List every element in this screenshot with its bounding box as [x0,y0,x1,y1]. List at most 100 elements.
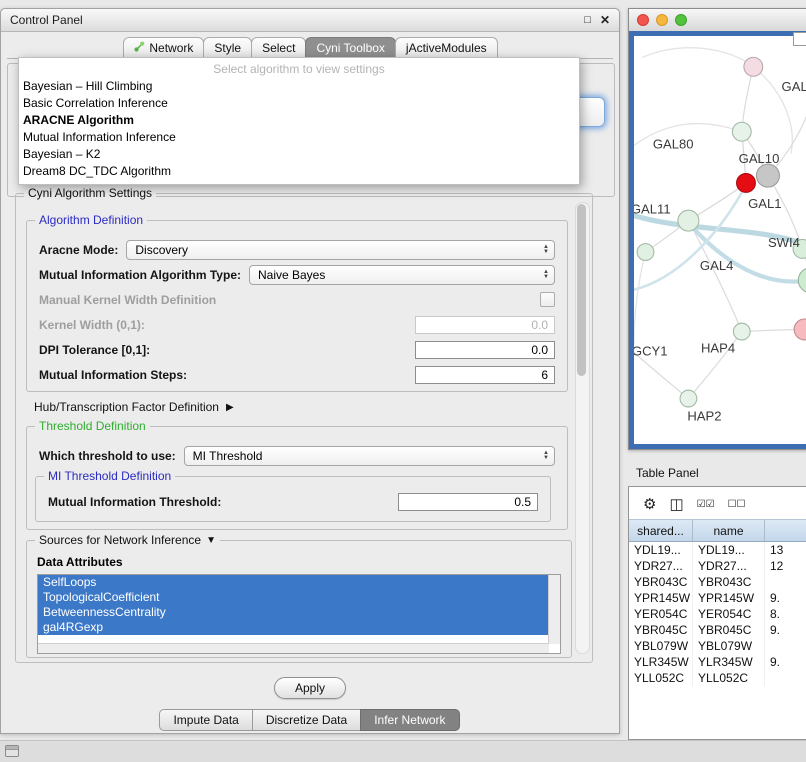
network-edge[interactable] [634,252,646,344]
table-cell[interactable] [765,638,806,654]
table-cell[interactable]: YPR145W [629,590,693,606]
attribute-item[interactable]: TopologicalCoefficient [38,590,548,605]
settings-scrollbar[interactable] [575,202,590,654]
mi-steps-field[interactable]: 6 [415,366,555,384]
column-header[interactable]: shared... [629,520,693,541]
table-row[interactable]: YER054CYER054C8. [629,606,806,622]
expand-arrow-icon[interactable]: ▶ [226,402,234,413]
table-cell[interactable]: YER054C [629,606,693,622]
settings-gear-icon[interactable]: ⚙ [643,497,656,512]
network-node[interactable] [744,57,763,76]
network-edge[interactable] [688,221,741,332]
table-cell[interactable]: YLR345W [693,654,765,670]
collapse-arrow-icon[interactable]: ▼ [206,533,216,548]
network-node[interactable] [737,174,756,193]
table-cell[interactable] [765,574,806,590]
table-cell[interactable] [765,670,806,686]
table-cell[interactable]: YBL079W [629,638,693,654]
network-node[interactable] [794,319,806,340]
tab-style[interactable]: Style [203,37,252,59]
hub-transcription-factor-section[interactable]: Hub/Transcription Factor Definition ▶ [34,400,234,414]
mi-threshold-field[interactable]: 0.5 [398,493,538,511]
network-node[interactable] [733,323,750,340]
tab-cyni-toolbox[interactable]: Cyni Toolbox [305,37,395,59]
table-row[interactable]: YLR345WYLR345W9. [629,654,806,670]
close-icon[interactable]: ✕ [600,14,610,26]
table-cell[interactable]: YDL19... [693,542,765,558]
bottom-tab-discretize-data[interactable]: Discretize Data [252,709,361,731]
network-scrollbar-fragment[interactable] [793,32,806,46]
table-row[interactable]: YBR045CYBR045C9. [629,622,806,638]
algorithm-option[interactable]: ARACNE Algorithm [19,112,579,129]
algorithm-option[interactable]: Bayesian – K2 [19,146,579,163]
network-node[interactable] [798,268,806,293]
settings-scrollbar-thumb[interactable] [577,204,586,376]
table-row[interactable]: YDL19...YDL19...13 [629,542,806,558]
table-row[interactable]: YLL052CYLL052C [629,670,806,686]
network-edge[interactable] [634,353,688,399]
algorithm-option[interactable]: Dream8 DC_TDC Algorithm [19,163,579,180]
table-cell[interactable]: YBR045C [629,622,693,638]
mi-algorithm-type-select[interactable]: Naive Bayes ▲▼ [249,265,555,285]
table-cell[interactable]: YBR045C [693,622,765,638]
table-cell[interactable]: 9. [765,654,806,670]
table-cell[interactable]: YDL19... [629,542,693,558]
table-cell[interactable]: YPR145W [693,590,765,606]
dpi-tolerance-field[interactable]: 0.0 [415,341,555,359]
attribute-item[interactable]: gal4RGexp [38,620,548,635]
deselect-all-columns-icon[interactable]: ☐☐ [728,500,746,510]
table-cell[interactable]: YBR043C [693,574,765,590]
network-node[interactable] [680,390,697,407]
table-cell[interactable]: 9. [765,622,806,638]
sources-section-header[interactable]: Sources for Network Inference ▼ [35,533,220,548]
network-canvas[interactable]: GAL8GAL80GAL10GAL11GAL1SWI4GAL4GCY1HAP4H… [634,36,806,444]
network-node[interactable] [678,210,699,231]
table-row[interactable]: YBL079WYBL079W [629,638,806,654]
table-cell[interactable]: 12 [765,558,806,574]
select-all-columns-icon[interactable]: ☑☑ [697,500,715,510]
data-attributes-list[interactable]: SelfLoopsTopologicalCoefficientBetweenne… [37,574,561,654]
table-cell[interactable]: YBR043C [629,574,693,590]
attribute-item[interactable]: SelfLoops [38,575,548,590]
network-edge[interactable] [642,48,753,67]
float-window-icon[interactable]: □ [584,15,591,26]
network-node[interactable] [637,244,654,261]
zoom-button[interactable] [675,14,687,26]
list-vertical-scrollbar[interactable] [548,575,560,644]
table-cell[interactable]: YBL079W [693,638,765,654]
algorithm-option[interactable]: Basic Correlation Inference [19,95,579,112]
manual-kernel-checkbox[interactable] [540,292,555,307]
algorithm-option[interactable]: Bayesian – Hill Climbing [19,78,579,95]
tab-select[interactable]: Select [251,37,306,59]
column-header[interactable] [765,520,806,541]
column-header[interactable]: name [693,520,765,541]
network-graph[interactable]: GAL8GAL80GAL10GAL11GAL1SWI4GAL4GCY1HAP4H… [634,36,806,444]
aracne-mode-select[interactable]: Discovery ▲▼ [126,240,555,260]
table-cell[interactable]: 8. [765,606,806,622]
apply-button[interactable]: Apply [274,677,346,699]
table-cell[interactable]: YER054C [693,606,765,622]
table-cell[interactable]: YDR27... [629,558,693,574]
tab-network[interactable]: Network [123,37,204,59]
table-cell[interactable]: YDR27... [693,558,765,574]
table-cell[interactable]: 13 [765,542,806,558]
network-node[interactable] [756,164,779,187]
which-threshold-select[interactable]: MI Threshold ▲▼ [184,446,555,466]
column-visibility-icon[interactable]: ◫ [669,497,683,512]
network-node[interactable] [732,122,751,141]
table-row[interactable]: YBR043CYBR043C [629,574,806,590]
close-button[interactable] [637,14,649,26]
network-window-titlebar[interactable] [629,9,806,32]
kernel-width-field[interactable]: 0.0 [415,316,555,334]
table-row[interactable]: YPR145WYPR145W9. [629,590,806,606]
table-cell[interactable]: YLL052C [629,670,693,686]
minimize-button[interactable] [656,14,668,26]
panel-dock-icon[interactable] [5,745,19,757]
table-cell[interactable]: 9. [765,590,806,606]
attribute-item[interactable]: BetweennessCentrality [38,605,548,620]
table-cell[interactable]: YLR345W [629,654,693,670]
table-cell[interactable]: YLL052C [693,670,765,686]
tab-jactivemodules[interactable]: jActiveModules [395,37,498,59]
algorithm-option[interactable]: Mutual Information Inference [19,129,579,146]
bottom-tab-impute-data[interactable]: Impute Data [159,709,252,731]
